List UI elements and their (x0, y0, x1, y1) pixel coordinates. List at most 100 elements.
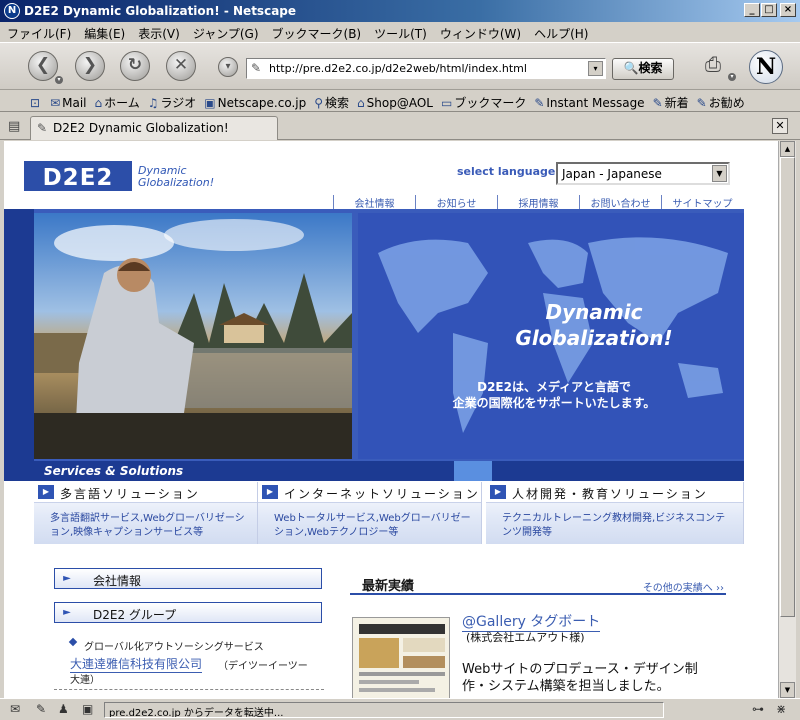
netscape-app-icon: N (4, 3, 20, 19)
url-text: http://pre.d2e2.co.jp/d2e2web/html/index… (269, 62, 527, 75)
service-title: 人材開発・教育ソリューション (512, 487, 708, 501)
global-service-label: グローバル化アウトソーシングサービス (84, 642, 264, 653)
vertical-scrollbar[interactable]: ▲ ▼ (778, 141, 796, 698)
menu-edit[interactable]: 編集(E) (77, 22, 131, 42)
back-history-dropdown[interactable]: ▾ (55, 76, 63, 84)
im-status-icon[interactable]: ♟ (58, 702, 69, 716)
more-works-link[interactable]: その他の実績へ ›› (643, 579, 724, 594)
left-group-button[interactable]: ► D2E2 グループ (54, 602, 322, 623)
services-bar: Services & Solutions (4, 461, 744, 481)
menu-file[interactable]: ファイル(F) (0, 22, 77, 42)
service-title: 多言語ソリューション (60, 487, 200, 501)
close-tab-button[interactable]: ✕ (772, 118, 788, 134)
scroll-up-button[interactable]: ▲ (780, 141, 795, 157)
new-tab-icon[interactable]: ▤ (8, 119, 20, 134)
personal-item-home[interactable]: ⌂ ホーム (91, 90, 144, 111)
shop-icon: ⌂ (357, 96, 365, 110)
service-internet[interactable]: ▶ インターネットソリューション Webトータルサービス,Webグローバリゼーショ… (258, 482, 482, 544)
window-title-bar[interactable]: N D2E2 Dynamic Globalization! - Netscape… (0, 0, 800, 22)
arrow-right-icon: ▶ (38, 485, 54, 499)
url-bar[interactable]: ✎ http://pre.d2e2.co.jp/d2e2web/html/ind… (246, 58, 606, 79)
address-book-icon[interactable]: ▣ (82, 702, 93, 716)
nav-recruit[interactable]: 採用情報 (497, 195, 579, 210)
gallery-thumbnail-illustration (359, 624, 445, 692)
latest-works-header: 最新実績 その他の実績へ ›› (350, 569, 726, 595)
close-window-button[interactable]: × (780, 3, 796, 17)
stop-button[interactable]: ✕ (166, 51, 196, 81)
menu-go[interactable]: ジャンプ(G) (186, 22, 265, 42)
latest-title: 最新実績 (362, 579, 415, 594)
netscape-logo-icon[interactable]: N (749, 50, 783, 84)
search-button[interactable]: 🔍検索 (612, 58, 674, 80)
hero-photo-illustration (34, 219, 352, 459)
toolbar-home-menu[interactable]: ⊡ (0, 92, 46, 110)
nav-news[interactable]: お知らせ (415, 195, 497, 210)
reload-button[interactable]: ↻ (120, 51, 150, 81)
personal-item-radio[interactable]: ♫ ラジオ (144, 90, 201, 111)
page-icon: ✎ (251, 61, 262, 75)
nav-contact[interactable]: お問い合わせ (579, 195, 661, 210)
composer-icon[interactable]: ✎ (36, 702, 46, 716)
window-title: D2E2 Dynamic Globalization! - Netscape (24, 4, 297, 18)
new-icon: ✎ (652, 96, 663, 110)
language-select[interactable]: Japan - Japanese ▼ (556, 162, 730, 185)
mail-status-icon[interactable]: ✉ (10, 702, 20, 716)
menu-window[interactable]: ウィンドウ(W) (433, 22, 527, 42)
search-icon: ⚲ (314, 96, 324, 110)
d2e2-logo[interactable]: D2E2 (24, 161, 132, 191)
nav-sitemap[interactable]: サイトマップ (661, 195, 743, 210)
page-icon: ✎ (37, 121, 48, 135)
gallery-thumbnail[interactable] (352, 617, 450, 698)
nav-company[interactable]: 会社情報 (333, 195, 415, 210)
address-dropdown-button[interactable]: ▾ (218, 57, 238, 77)
url-history-dropdown[interactable]: ▾ (588, 61, 603, 76)
print-icon[interactable]: ⎙ (699, 52, 727, 78)
service-header: ▶ 多言語ソリューション (34, 482, 257, 503)
personal-item-bookmark[interactable]: ▭ ブックマーク (437, 90, 530, 111)
print-dropdown[interactable]: ▾ (728, 73, 736, 81)
netscape-icon: ▣ (204, 96, 216, 110)
hero-photo (34, 213, 352, 459)
menu-bookmarks[interactable]: ブックマーク(B) (265, 22, 368, 42)
service-header: ▶ インターネットソリューション (258, 482, 481, 503)
online-status-icon[interactable]: ⋇ (776, 702, 786, 716)
scroll-thumb[interactable] (780, 157, 795, 617)
personal-item-search[interactable]: ⚲ 検索 (310, 90, 353, 111)
personal-item-recommend[interactable]: ✎ お勧め (693, 90, 749, 111)
security-lock-icon[interactable]: ⊶ (752, 702, 764, 716)
service-header: ▶ 人材開発・教育ソリューション (486, 482, 743, 503)
minimize-button[interactable]: _ (744, 3, 760, 17)
menu-help[interactable]: ヘルプ(H) (527, 22, 594, 42)
maximize-button[interactable]: □ (761, 3, 777, 17)
tab-d2e2[interactable]: ✎ D2E2 Dynamic Globalization! (30, 116, 278, 140)
personal-item-im[interactable]: ✎ Instant Message (530, 92, 648, 110)
magnifier-icon: 🔍 (623, 61, 639, 75)
service-desc: 多言語翻訳サービス,Webグローバリゼーション,映像キャプションサービス等 (50, 513, 245, 538)
menu-tools[interactable]: ツール(T) (367, 22, 433, 42)
left-button-label: 会社情報 (93, 574, 142, 588)
personal-item-mail[interactable]: ✉ Mail (46, 92, 90, 110)
personal-item-new[interactable]: ✎ 新着 (649, 90, 693, 111)
forward-button[interactable]: ❯ (75, 51, 105, 81)
logo-tagline: Dynamic Globalization! (138, 164, 215, 189)
services-label: Services & Solutions (44, 464, 184, 478)
language-value: Japan - Japanese (562, 167, 662, 181)
select-language-label: select language (457, 165, 556, 178)
service-multilingual[interactable]: ▶ 多言語ソリューション 多言語翻訳サービス,Webグローバリゼーション,映像キャ… (34, 482, 258, 544)
chevron-down-icon: ▼ (712, 165, 727, 182)
bookmark-icon: ▭ (440, 96, 453, 110)
status-message: pre.d2e2.co.jp からデータを転送中... (104, 702, 664, 718)
im-icon: ✎ (534, 96, 545, 110)
arrow-right-icon: ► (63, 607, 71, 618)
dalian-reading: （デイツーイーツー (218, 661, 308, 672)
menu-bar: ファイル(F) 編集(E) 表示(V) ジャンプ(G) ブックマーク(B) ツール(T) ウ… (0, 22, 800, 42)
personal-item-shop[interactable]: ⌂ Shop@AOL (353, 92, 437, 110)
left-company-button[interactable]: ► 会社情報 (54, 568, 322, 589)
navigation-toolbar: ❮ ▾ ❯ ↻ ✕ ▾ ✎ http://pre.d2e2.co.jp/d2e2… (0, 42, 800, 90)
scroll-down-button[interactable]: ▼ (780, 682, 795, 698)
back-button[interactable]: ❮ (28, 51, 58, 81)
service-hr-education[interactable]: ▶ 人材開発・教育ソリューション テクニカルトレーニング教材開発,ビジネスコンテン… (486, 482, 744, 544)
service-desc: テクニカルトレーニング教材開発,ビジネスコンテンツ開発等 (502, 513, 726, 538)
menu-view[interactable]: 表示(V) (131, 22, 186, 42)
personal-item-netscape[interactable]: ▣ Netscape.co.jp (200, 92, 310, 110)
